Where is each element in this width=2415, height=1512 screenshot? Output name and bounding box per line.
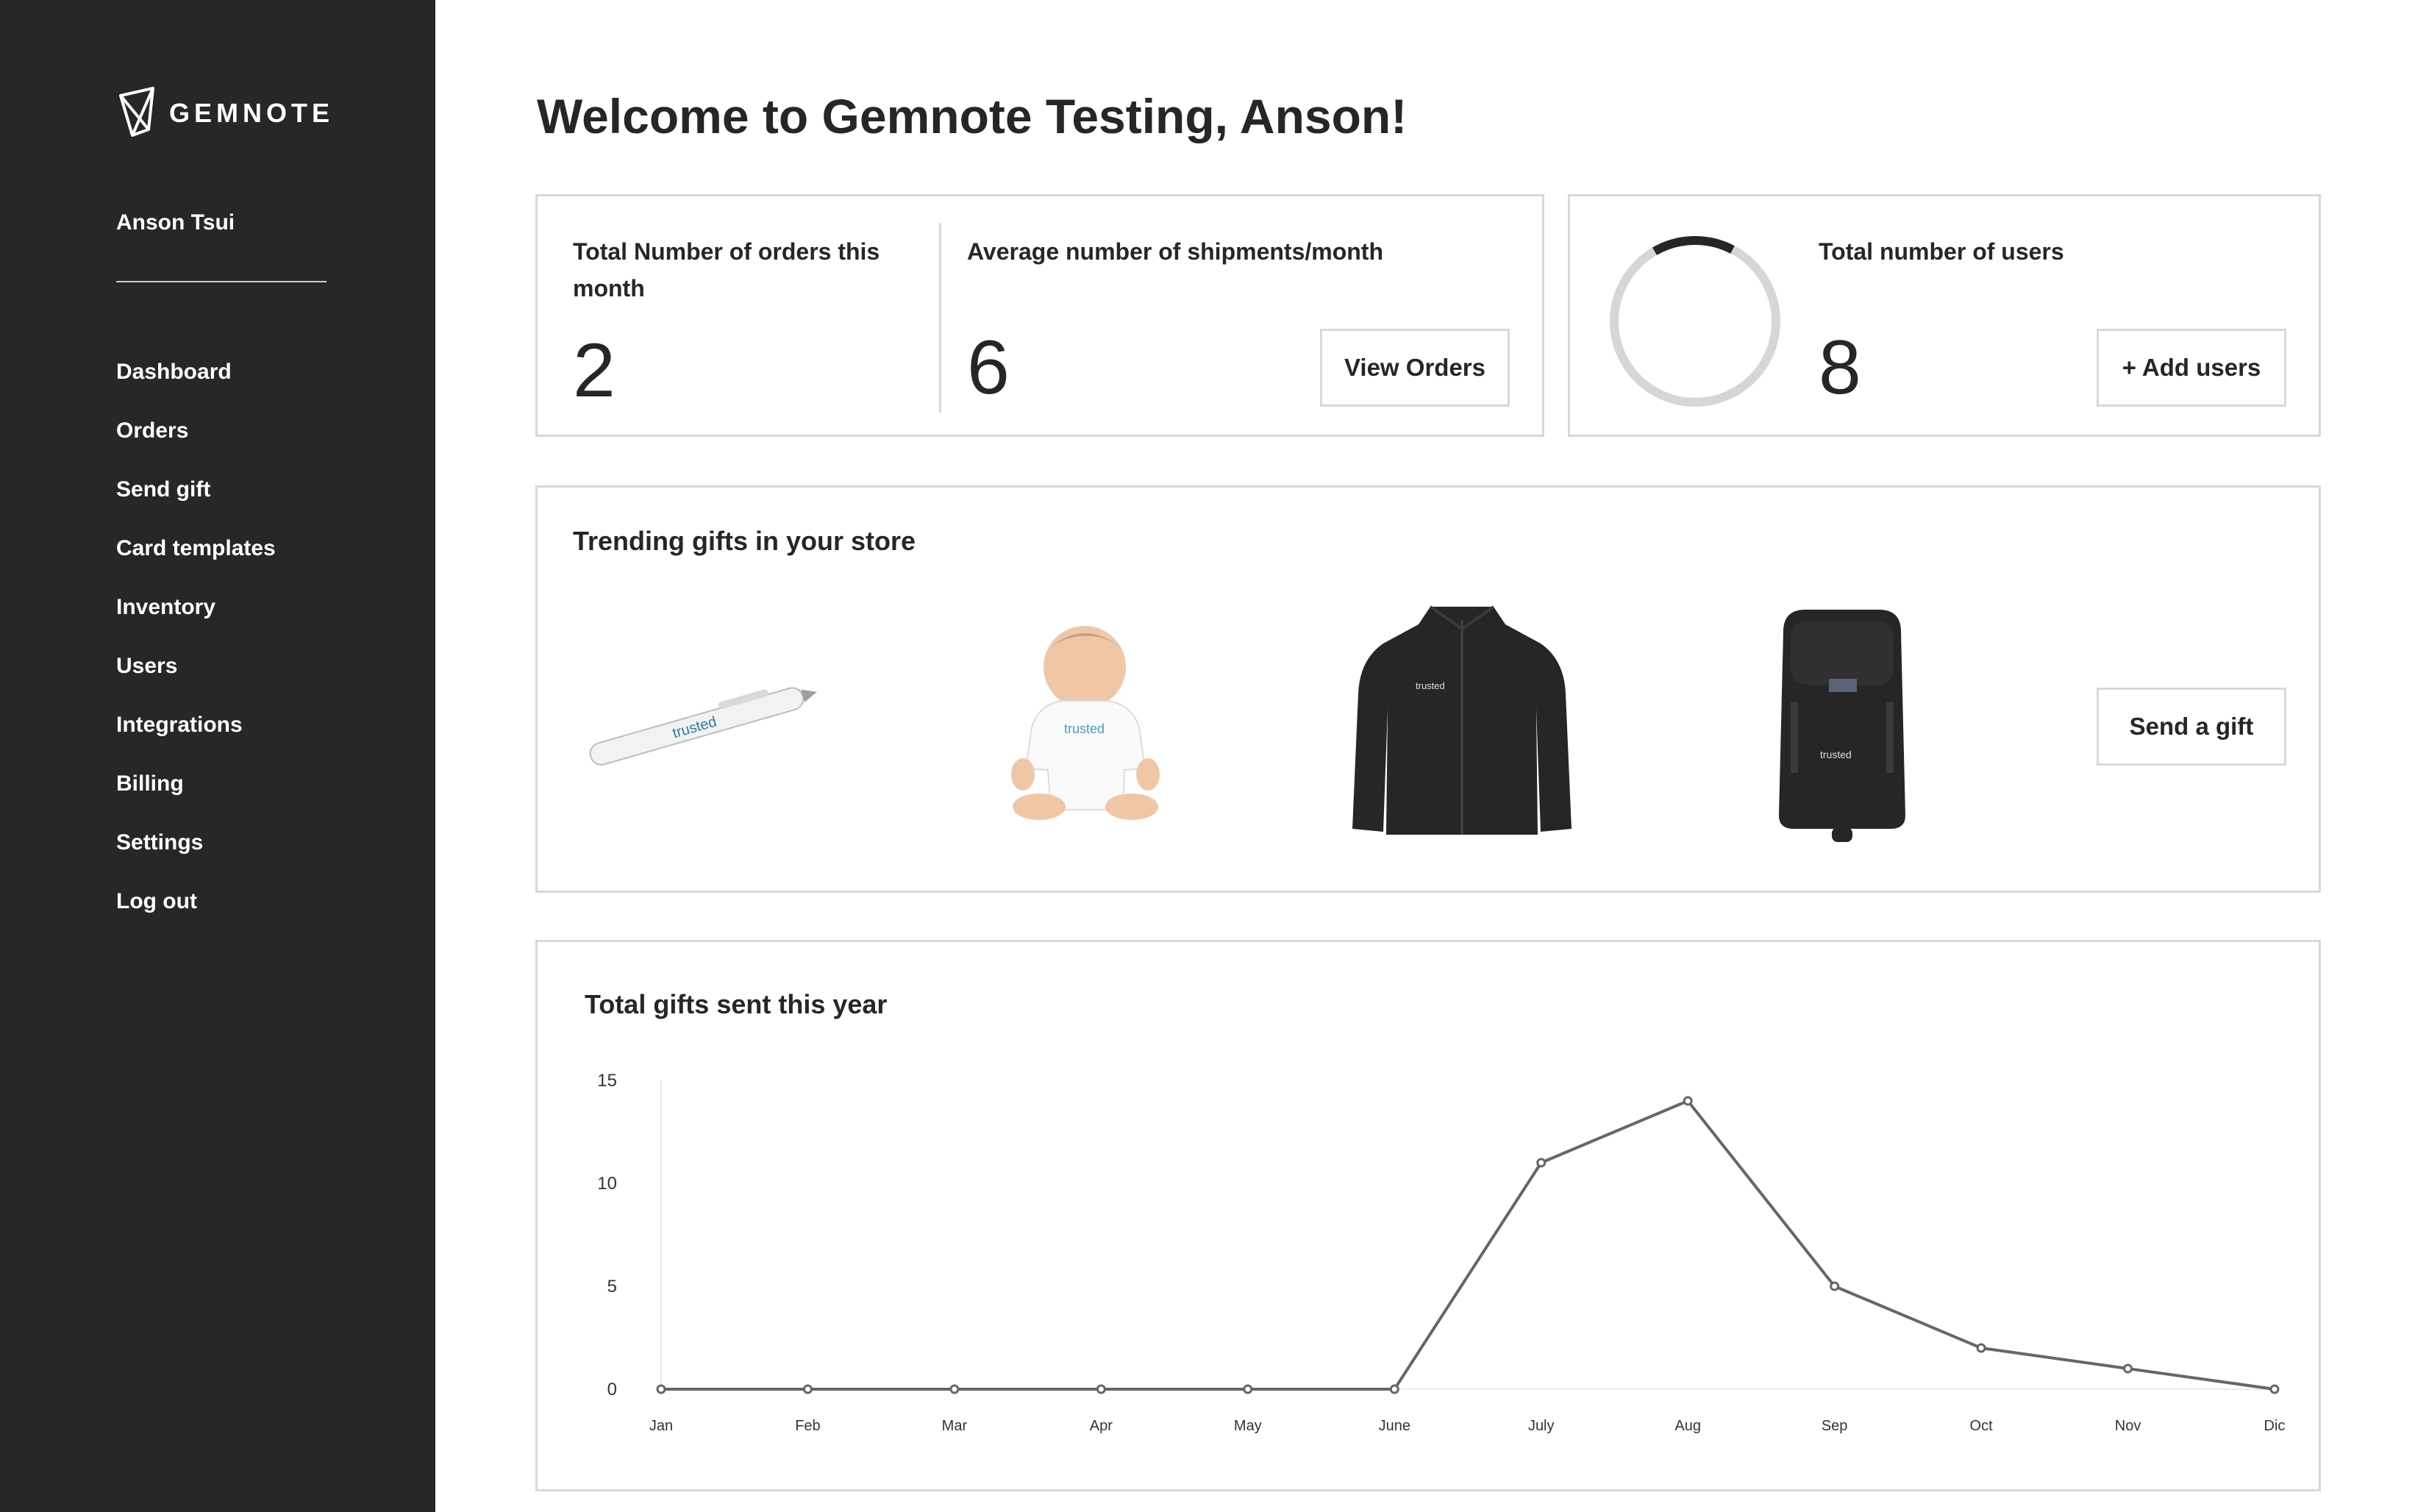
jacket-brand-text: trusted bbox=[1416, 680, 1445, 691]
x-tick-label: June bbox=[1379, 1418, 1410, 1434]
x-tick-label: Feb bbox=[795, 1418, 820, 1434]
sidebar-item-integrations[interactable]: Integrations bbox=[116, 712, 276, 771]
data-point[interactable] bbox=[2123, 1363, 2133, 1374]
x-tick-label: May bbox=[1234, 1418, 1262, 1434]
view-orders-button[interactable]: View Orders bbox=[1320, 329, 1510, 407]
data-point[interactable] bbox=[656, 1384, 666, 1394]
sidebar-item-inventory[interactable]: Inventory bbox=[116, 594, 276, 653]
avg-shipments-value: 6 bbox=[967, 325, 1010, 410]
data-point[interactable] bbox=[1389, 1384, 1399, 1394]
gifts-chart-card: Total gifts sent this year 0 5 10 15 Jan Feb… bbox=[535, 940, 2321, 1491]
pen-icon: trusted bbox=[576, 680, 826, 769]
trending-gifts-title: Trending gifts in your store bbox=[573, 526, 916, 556]
fleece-jacket-icon: trusted bbox=[1348, 598, 1576, 841]
add-users-button[interactable]: + Add users bbox=[2097, 329, 2286, 407]
total-users-label: Total number of users bbox=[1819, 238, 2064, 265]
x-tick-label: Aug bbox=[1674, 1418, 1701, 1434]
x-tick-label: Sep bbox=[1822, 1418, 1848, 1434]
x-tick-label: Dic bbox=[2264, 1418, 2286, 1434]
sidebar-item-orders[interactable]: Orders bbox=[116, 418, 276, 477]
users-progress-ring bbox=[1607, 233, 1783, 410]
avg-shipments-label: Average number of shipments/month bbox=[967, 238, 1383, 265]
page-title: Welcome to Gemnote Testing, Anson! bbox=[537, 89, 1408, 143]
sidebar-item-settings[interactable]: Settings bbox=[116, 830, 276, 888]
total-orders-value: 2 bbox=[573, 328, 616, 413]
sidebar-item-card-templates[interactable]: Card templates bbox=[116, 535, 276, 594]
x-tick-label: Mar bbox=[942, 1418, 968, 1434]
user-name: Anson Tsui bbox=[116, 210, 235, 235]
brand-logo[interactable]: GEMNOTE bbox=[116, 85, 335, 142]
sidebar-item-dashboard[interactable]: Dashboard bbox=[116, 359, 276, 418]
backpack-brand-text: trusted bbox=[1820, 749, 1852, 760]
data-point[interactable] bbox=[802, 1384, 813, 1394]
gift-item-backpack[interactable]: trusted bbox=[1761, 602, 1923, 845]
y-tick-label: 0 bbox=[607, 1380, 617, 1399]
data-point[interactable] bbox=[949, 1384, 960, 1394]
data-point[interactable] bbox=[2269, 1384, 2280, 1394]
backpack-icon: trusted bbox=[1761, 602, 1923, 845]
y-tick-label: 10 bbox=[597, 1174, 617, 1194]
brand-name: GEMNOTE bbox=[169, 98, 335, 128]
orders-stats-card: Total Number of orders this month 2 Aver… bbox=[535, 194, 1544, 437]
data-point[interactable] bbox=[1096, 1384, 1106, 1394]
total-orders-label: Total Number of orders this month bbox=[573, 238, 880, 302]
sidebar-item-send-gift[interactable]: Send gift bbox=[116, 477, 276, 535]
total-users-value: 8 bbox=[1819, 325, 1861, 410]
data-point[interactable] bbox=[1243, 1384, 1253, 1394]
gift-item-baby-onesie[interactable]: trusted bbox=[988, 617, 1171, 823]
x-tick-label: Jan bbox=[649, 1418, 673, 1434]
sidebar-nav: Dashboard Orders Send gift Card template… bbox=[116, 359, 276, 947]
sidebar-item-users[interactable]: Users bbox=[116, 653, 276, 712]
gifts-line-chart: 0 5 10 15 Jan Feb Mar Apr May June July Aug Sep Oct N… bbox=[597, 1071, 2286, 1434]
y-tick-label: 5 bbox=[607, 1277, 617, 1297]
stats-divider bbox=[939, 223, 941, 413]
gift-item-pen[interactable]: trusted bbox=[576, 680, 826, 769]
trending-gifts-card: Trending gifts in your store trusted tru… bbox=[535, 485, 2321, 893]
series-line bbox=[661, 1099, 2275, 1391]
data-point[interactable] bbox=[1536, 1158, 1547, 1168]
sidebar-item-log-out[interactable]: Log out bbox=[116, 888, 276, 947]
data-point[interactable] bbox=[1830, 1281, 1840, 1291]
onesie-brand-text: trusted bbox=[1064, 721, 1105, 736]
x-tick-label: July bbox=[1528, 1418, 1555, 1434]
sidebar-divider bbox=[116, 281, 327, 282]
data-point[interactable] bbox=[1976, 1343, 1986, 1353]
x-tick-label: Nov bbox=[2115, 1418, 2141, 1434]
y-tick-label: 15 bbox=[597, 1071, 617, 1091]
gemnote-logo-icon bbox=[116, 85, 157, 142]
users-stats-card: Total number of users 8 + Add users bbox=[1568, 194, 2321, 437]
gift-item-fleece-jacket[interactable]: trusted bbox=[1348, 598, 1576, 841]
x-tick-label: Apr bbox=[1090, 1418, 1113, 1434]
send-a-gift-button[interactable]: Send a gift bbox=[2097, 688, 2286, 766]
sidebar: GEMNOTE Anson Tsui Dashboard Orders Send… bbox=[0, 0, 435, 1512]
baby-onesie-icon: trusted bbox=[988, 617, 1171, 823]
x-tick-label: Oct bbox=[1970, 1418, 1994, 1434]
data-point[interactable] bbox=[1683, 1096, 1693, 1106]
sidebar-item-billing[interactable]: Billing bbox=[116, 771, 276, 830]
